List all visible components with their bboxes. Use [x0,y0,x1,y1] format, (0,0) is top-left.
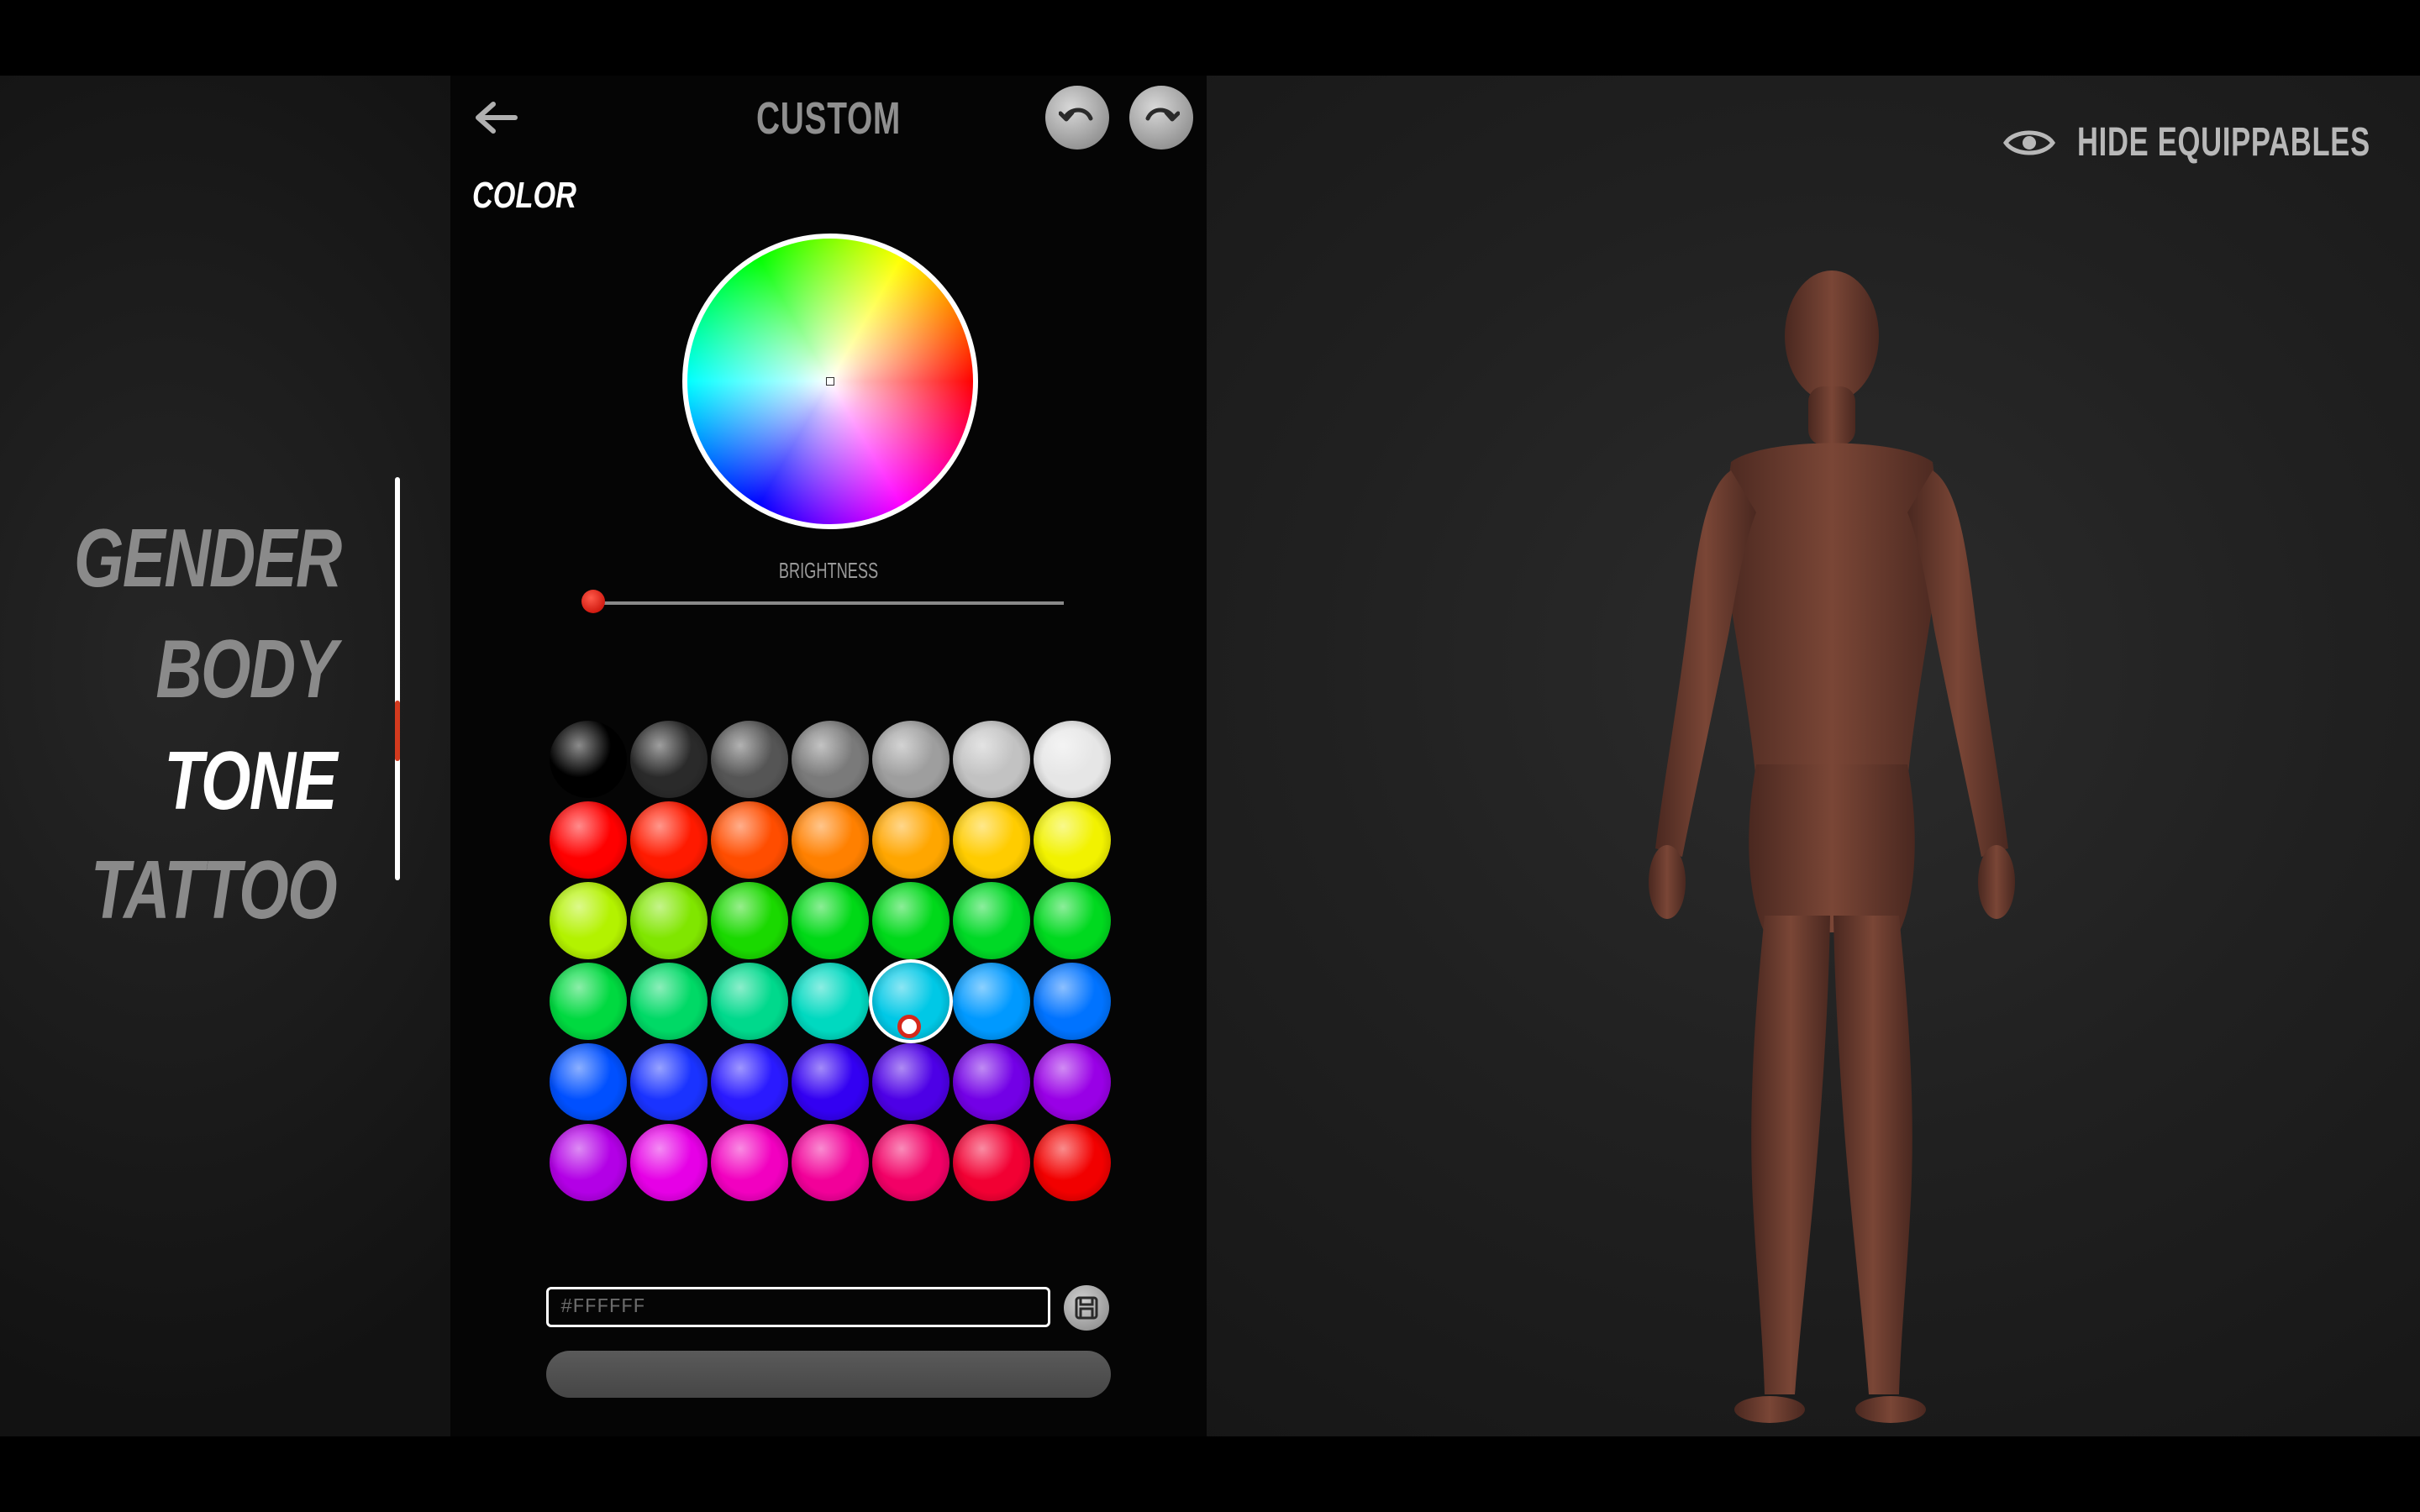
color-section-label: COLOR [472,175,576,216]
apply-button[interactable] [546,1351,1111,1398]
panel-title: CUSTOM [755,93,902,144]
color-swatch[interactable] [1034,801,1111,879]
color-swatch[interactable] [1034,1043,1111,1121]
color-swatch[interactable] [711,721,788,798]
nav-item-body[interactable]: BODY [74,627,337,710]
color-swatch[interactable] [792,721,869,798]
color-swatch[interactable] [792,1124,869,1201]
color-swatch[interactable] [792,801,869,879]
character-model[interactable] [1630,260,2033,1436]
color-swatch[interactable] [711,882,788,959]
color-swatch[interactable] [953,882,1030,959]
color-wheel-cursor[interactable] [826,377,834,386]
color-swatch-grid [548,719,1119,1290]
color-swatch[interactable] [1034,1124,1111,1201]
color-swatch[interactable] [1034,963,1111,1040]
swatch-selection-marker [897,1015,921,1038]
color-swatch[interactable] [550,1043,627,1121]
color-swatch[interactable] [550,721,627,798]
nav-item-gender[interactable]: GENDER [74,517,342,599]
nav-item-tattoo[interactable]: TATTOO [74,848,338,931]
color-swatch[interactable] [872,1043,950,1121]
custom-panel: CUSTOM COLOR BRIGHTNESS [450,76,1207,1436]
nav-item-tone[interactable]: TONE [74,739,337,822]
color-swatch[interactable] [550,801,627,879]
color-swatch[interactable] [872,1124,950,1201]
hide-equippables-button[interactable]: HIDE EQUIPPABLES [2003,119,2420,165]
color-swatch[interactable] [711,801,788,879]
color-swatch[interactable] [630,1124,708,1201]
color-swatch[interactable] [630,721,708,798]
brightness-slider-track[interactable] [593,601,1064,605]
undo-button[interactable] [1045,86,1109,150]
color-swatch[interactable] [711,963,788,1040]
undo-icon [1059,108,1093,122]
back-arrow-icon[interactable] [471,92,521,143]
brightness-slider-thumb[interactable] [581,590,605,613]
color-swatch[interactable] [630,963,708,1040]
nav-active-indicator [395,701,400,761]
color-swatch[interactable] [953,963,1030,1040]
color-swatch[interactable] [872,963,950,1040]
nav-scroll-track [395,477,400,880]
brightness-label: BRIGHTNESS [778,558,879,583]
save-icon [1075,1296,1098,1320]
color-swatch[interactable] [550,882,627,959]
color-swatch[interactable] [792,963,869,1040]
game-viewport: GENDER BODY TONE TATTOO CUSTOM COLOR BRI… [0,76,2420,1436]
color-swatch[interactable] [1034,721,1111,798]
color-swatch[interactable] [630,1043,708,1121]
eye-icon [2003,130,2055,155]
color-swatch[interactable] [711,1043,788,1121]
redo-button[interactable] [1129,86,1193,150]
color-swatch[interactable] [872,882,950,959]
hide-equippables-label: HIDE EQUIPPABLES [2077,120,2370,165]
color-swatch[interactable] [792,882,869,959]
color-swatch[interactable] [953,1043,1030,1121]
color-swatch[interactable] [630,882,708,959]
color-swatch[interactable] [550,963,627,1040]
color-swatch[interactable] [953,801,1030,879]
color-swatch[interactable] [953,1124,1030,1201]
color-swatch[interactable] [792,1043,869,1121]
color-swatch[interactable] [550,1124,627,1201]
color-wheel[interactable] [682,234,978,529]
redo-icon [1145,108,1180,122]
color-swatch[interactable] [711,1124,788,1201]
color-swatch[interactable] [630,801,708,879]
save-button[interactable] [1064,1285,1109,1331]
hex-color-input[interactable] [546,1287,1050,1327]
color-swatch[interactable] [872,801,950,879]
color-swatch[interactable] [953,721,1030,798]
color-swatch[interactable] [872,721,950,798]
color-swatch[interactable] [1034,882,1111,959]
